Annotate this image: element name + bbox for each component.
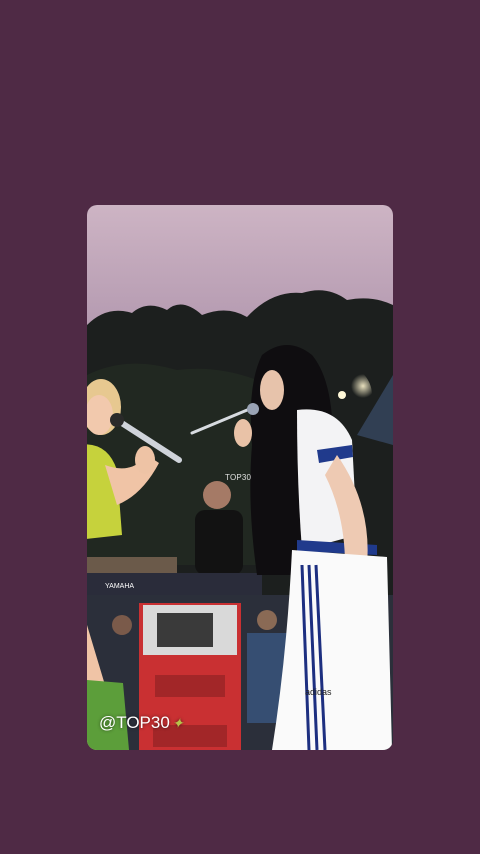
sparkle-icon: ✦	[171, 714, 184, 731]
watermark-handle: @TOP30	[99, 713, 170, 732]
watermark-bottom: @TOP30 ✦	[99, 713, 184, 733]
story-media-card[interactable]: YAMAHA adidas TOP30 @TOP30 ✦	[87, 205, 393, 750]
keyboard-brand-label: YAMAHA	[105, 583, 134, 590]
story-screen: YAMAHA adidas TOP30 @TOP30 ✦	[0, 0, 480, 854]
watermark-center: TOP30	[225, 473, 252, 482]
adidas-logo-text: adidas	[305, 687, 332, 697]
